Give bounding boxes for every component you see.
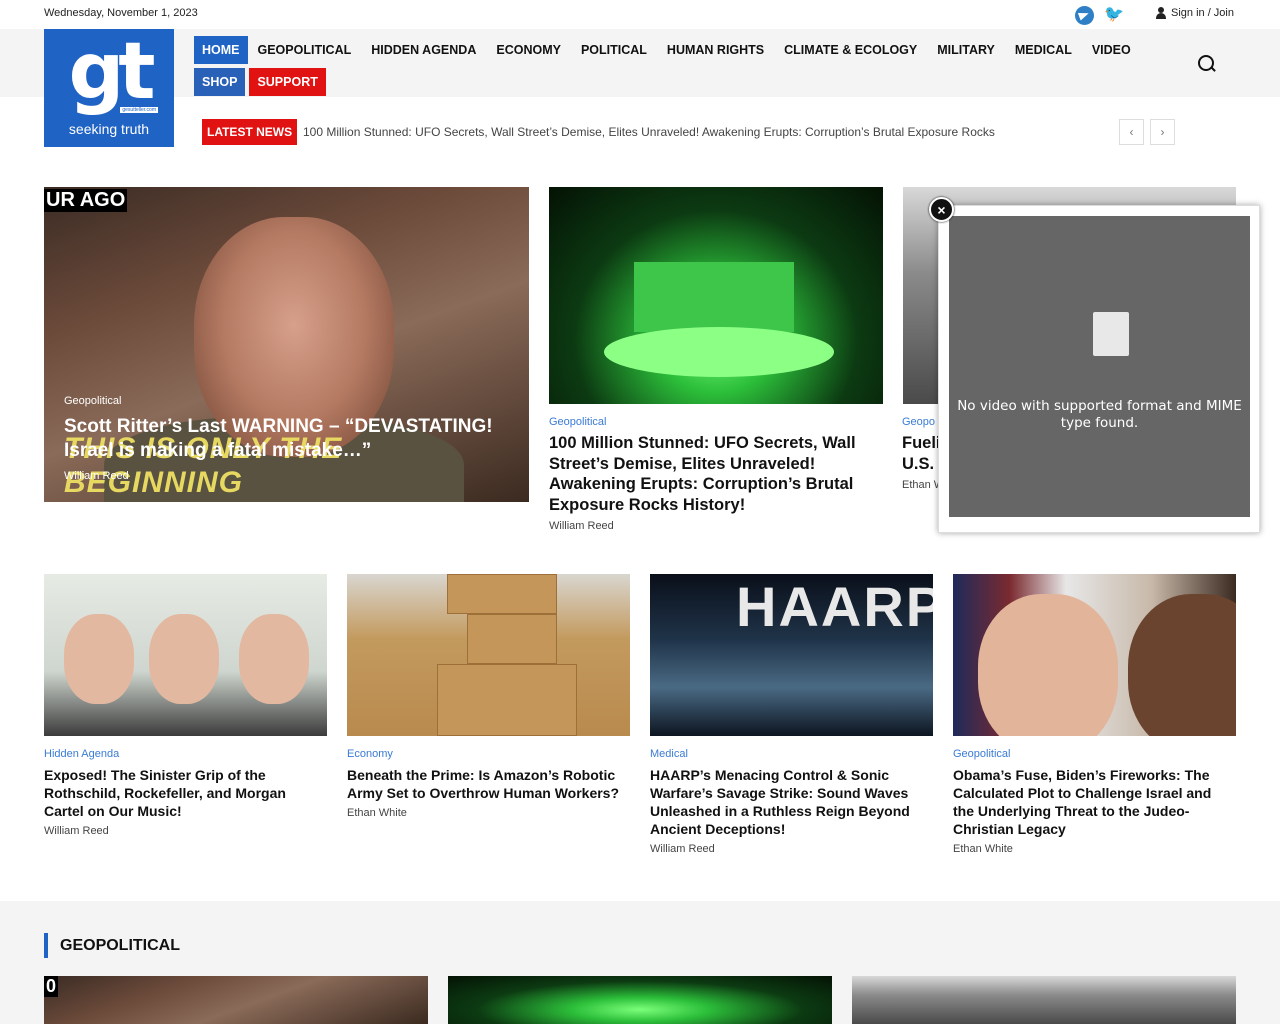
section-title[interactable]: GEOPOLITICAL	[44, 933, 180, 958]
nav-hidden-agenda[interactable]: HIDDEN AGENDA	[361, 36, 486, 64]
nav-human-rights[interactable]: HUMAN RIGHTS	[657, 36, 774, 64]
article-author-2[interactable]: Ethan White	[347, 807, 407, 819]
article-author-3[interactable]: William Reed	[650, 843, 715, 855]
logo-mark: gt	[68, 27, 155, 117]
image-box	[437, 664, 577, 736]
article-title-3[interactable]: HAARP’s Menacing Control & Sonic Warfare…	[650, 766, 925, 838]
nav-shop[interactable]: SHOP	[194, 68, 246, 96]
nav-political[interactable]: POLITICAL	[571, 36, 657, 64]
main-nav: HOME GEOPOLITICAL HIDDEN AGENDA ECONOMY …	[194, 36, 1154, 96]
article-image-2[interactable]	[347, 574, 630, 736]
featured-image-2[interactable]	[549, 187, 883, 404]
article-image-1[interactable]	[44, 574, 327, 736]
nav-economy[interactable]: ECONOMY	[486, 36, 571, 64]
article-image-3[interactable]: HAARP	[650, 574, 933, 736]
article-category-3[interactable]: Medical	[650, 748, 688, 760]
ticker-prev-button[interactable]: ‹	[1119, 119, 1144, 145]
nav-climate-ecology[interactable]: CLIMATE & ECOLOGY	[774, 36, 927, 64]
twitter-icon[interactable]: 🐦	[1104, 6, 1124, 24]
image-face	[149, 614, 219, 704]
featured-category-3[interactable]: Geopo	[902, 416, 935, 428]
featured-title-2[interactable]: 100 Million Stunned: UFO Secrets, Wall S…	[549, 433, 869, 515]
nav-military[interactable]: MILITARY	[927, 36, 1005, 64]
nav-row-2: SHOP SUPPORT	[194, 68, 1154, 96]
article-author-1[interactable]: William Reed	[44, 825, 109, 837]
ticker-next-button[interactable]: ›	[1150, 119, 1175, 145]
latest-news-ticker: LATEST NEWS 100 Million Stunned: UFO Sec…	[202, 119, 1182, 145]
signin-label: Sign in / Join	[1171, 7, 1234, 19]
logo-domain: gesutteller.com	[120, 107, 158, 113]
current-date: Wednesday, November 1, 2023	[44, 7, 198, 19]
section-image-1[interactable]: 0	[44, 976, 428, 1024]
broken-file-icon	[1093, 312, 1129, 356]
image-caption: HAARP	[736, 575, 933, 638]
featured-title-3[interactable]: Fueli U.S.	[902, 433, 942, 474]
article-category-2[interactable]: Economy	[347, 748, 393, 760]
section-band: 0	[0, 901, 1280, 1024]
article-image-4[interactable]	[953, 574, 1236, 736]
nav-video[interactable]: VIDEO	[1082, 36, 1141, 64]
close-icon[interactable]: ×	[929, 197, 954, 222]
image-face	[64, 614, 134, 704]
image-caption: 0	[44, 976, 59, 997]
social-links: 🐦	[1075, 6, 1124, 25]
image-ufo	[604, 327, 834, 377]
image-face	[239, 614, 309, 704]
user-icon	[1155, 7, 1167, 19]
nav-geopolitical[interactable]: GEOPOLITICAL	[248, 36, 362, 64]
nav-medical[interactable]: MEDICAL	[1005, 36, 1082, 64]
nav-support[interactable]: SUPPORT	[249, 68, 326, 96]
article-author-4[interactable]: Ethan White	[953, 843, 1013, 855]
image-caption-top: UR AGO	[44, 189, 128, 212]
video-player[interactable]: No video with supported format and MIME …	[949, 216, 1250, 517]
image-building	[634, 262, 794, 332]
section-image-2[interactable]	[448, 976, 832, 1024]
image-face	[1128, 594, 1236, 736]
video-popup: No video with supported format and MIME …	[938, 205, 1260, 533]
ticker-label: LATEST NEWS	[202, 119, 298, 145]
signin-link[interactable]: Sign in / Join	[1155, 7, 1234, 19]
featured-author-2[interactable]: William Reed	[549, 520, 614, 532]
logo-tagline: seeking truth	[68, 121, 150, 137]
search-icon[interactable]	[1198, 55, 1216, 73]
section-image-3[interactable]	[852, 976, 1236, 1024]
article-category-1[interactable]: Hidden Agenda	[44, 748, 119, 760]
article-title-2[interactable]: Beneath the Prime: Is Amazon’s Robotic A…	[347, 766, 627, 802]
image-face	[978, 594, 1118, 736]
top-bar: Wednesday, November 1, 2023 🐦 Sign in / …	[0, 0, 1280, 29]
image-box	[467, 614, 557, 664]
article-title-4[interactable]: Obama’s Fuse, Biden’s Fireworks: The Cal…	[953, 766, 1228, 838]
featured-category-1[interactable]: Geopolitical	[64, 395, 121, 407]
article-title-1[interactable]: Exposed! The Sinister Grip of the Rothsc…	[44, 766, 314, 820]
video-error-message: No video with supported format and MIME …	[957, 398, 1242, 431]
featured-author-1[interactable]: William Reed	[64, 470, 129, 482]
image-box	[447, 574, 557, 614]
featured-image-1[interactable]: UR AGO THIS IS ONLY THE BEGINNING Geopol…	[44, 187, 529, 502]
featured-title-1[interactable]: Scott Ritter’s Last WARNING – “DEVASTATI…	[64, 415, 504, 463]
site-logo[interactable]: gt gesutteller.com seeking truth	[44, 29, 174, 147]
nav-home[interactable]: HOME	[194, 36, 248, 64]
article-category-4[interactable]: Geopolitical	[953, 748, 1010, 760]
ticker-headline[interactable]: 100 Million Stunned: UFO Secrets, Wall S…	[303, 125, 995, 139]
featured-category-2[interactable]: Geopolitical	[549, 416, 606, 428]
telegram-icon[interactable]	[1075, 6, 1094, 25]
